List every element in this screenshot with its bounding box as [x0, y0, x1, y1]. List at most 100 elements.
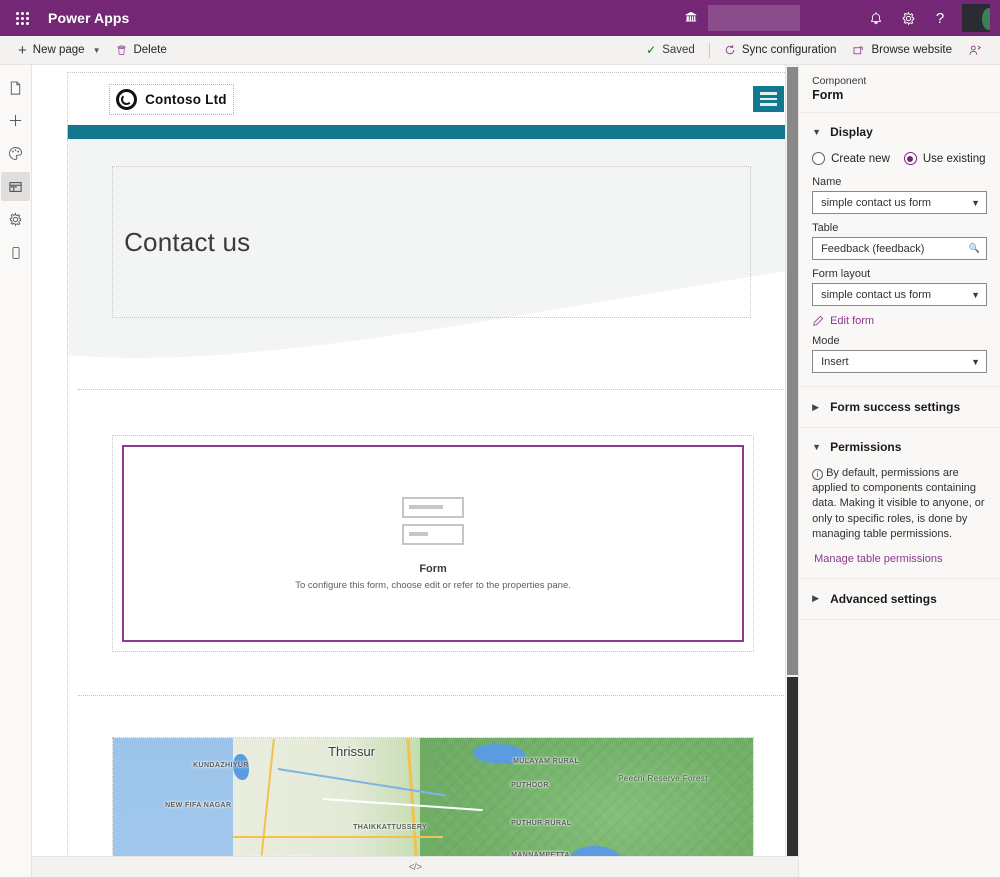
section-advanced-header[interactable]: ▶ Advanced settings	[812, 592, 987, 606]
name-dropdown[interactable]: simple contact us form ▼	[812, 191, 987, 214]
new-page-button[interactable]: + New page ▼	[10, 36, 108, 65]
delete-label: Delete	[133, 44, 167, 56]
site-nav-bar[interactable]	[67, 124, 799, 140]
map-section-outline[interactable]: Thrissur KUNDAZHIYUR NEW FIFA NAGAR MULA…	[112, 737, 755, 856]
site-menu-button[interactable]	[753, 86, 785, 112]
site-logo[interactable]: Contoso Ltd	[109, 83, 234, 115]
section-display-label: Display	[830, 125, 873, 139]
section-permissions-header[interactable]: ▼ Permissions	[812, 437, 987, 460]
rail-item-mobile-preview[interactable]	[1, 238, 30, 267]
canvas-column: Contoso Ltd Contact us Form To configure…	[32, 65, 800, 877]
new-page-label: New page	[32, 44, 85, 56]
map-label: PUTHOOR	[511, 782, 549, 789]
chevron-down-icon: ▼	[812, 442, 821, 452]
section-advanced-settings: ▶ Advanced settings	[799, 579, 1000, 620]
info-icon: i	[812, 469, 824, 480]
settings-gear-icon[interactable]	[892, 0, 924, 36]
table-lookup-field[interactable]: Feedback (feedback) 🔍	[812, 237, 987, 260]
workspace: Contoso Ltd Contact us Form To configure…	[0, 65, 1000, 877]
rail-item-data[interactable]	[1, 172, 31, 201]
delete-button[interactable]: Delete	[108, 36, 174, 65]
browse-website-button[interactable]: Browse website	[844, 36, 960, 65]
radio-use-existing-label: Use existing	[922, 152, 986, 165]
canvas-scrollbar[interactable]	[785, 65, 799, 856]
manage-table-permissions-label: Manage table permissions	[814, 552, 943, 565]
browse-website-label: Browse website	[871, 44, 952, 56]
search-icon[interactable]: 🔍	[969, 243, 980, 254]
component-kicker: Component	[812, 75, 867, 87]
trash-icon	[118, 45, 126, 55]
sync-configuration-button[interactable]: Sync configuration	[716, 36, 845, 65]
mode-field-label: Mode	[812, 335, 840, 347]
contoso-logo-icon	[116, 88, 138, 110]
hero-text-block[interactable]: Contact us	[112, 166, 752, 318]
map-label: MULAYAM RURAL	[513, 758, 580, 765]
section-display-header[interactable]: ▼ Display	[812, 122, 987, 145]
palette-icon	[9, 147, 23, 160]
avatar[interactable]	[962, 4, 990, 32]
table-lookup-value: Feedback (feedback)	[821, 242, 925, 255]
command-bar-right: ✓ Saved Sync configuration Browse websit…	[638, 36, 990, 65]
edit-form-link[interactable]: Edit form	[812, 315, 987, 327]
environment-name-redacted	[708, 5, 800, 31]
site-logo-text: Contoso Ltd	[145, 91, 227, 107]
environment-icon[interactable]	[676, 0, 706, 36]
rail-item-pages[interactable]	[1, 73, 30, 102]
map-image[interactable]: Thrissur KUNDAZHIYUR NEW FIFA NAGAR MULA…	[113, 738, 754, 856]
form-section-outline[interactable]: Form To configure this form, choose edit…	[112, 435, 755, 652]
form-placeholder-hint: To configure this form, choose edit or r…	[295, 579, 571, 591]
radio-use-existing[interactable]: Use existing	[903, 152, 986, 165]
left-rail	[0, 65, 33, 877]
map-label: PUTHUR RURAL	[511, 820, 572, 827]
hero-section[interactable]: Contact us	[68, 139, 799, 389]
hamburger-line	[760, 92, 778, 95]
form-layout-dropdown[interactable]: simple contact us form ▼	[812, 283, 987, 306]
plus-icon: +	[18, 41, 27, 59]
map-sea	[113, 738, 254, 856]
map-section: Thrissur KUNDAZHIYUR NEW FIFA NAGAR MULA…	[68, 737, 798, 856]
share-button[interactable]	[960, 36, 990, 65]
sync-configuration-label: Sync configuration	[741, 44, 837, 56]
notifications-bell-icon[interactable]	[860, 0, 892, 36]
map-park-label: Peechi Reserve Forest	[618, 774, 708, 783]
form-layout-field-label: Form layout	[812, 268, 871, 280]
rail-item-settings[interactable]	[1, 205, 30, 234]
rail-item-add[interactable]	[1, 106, 30, 135]
mode-dropdown[interactable]: Insert ▼	[812, 350, 987, 373]
radio-create-new-label: Create new	[831, 152, 890, 165]
form-layout-value: simple contact us form	[821, 288, 932, 301]
properties-header: Component Form	[799, 65, 1000, 113]
form-source-radio-group: Create new Use existing	[812, 152, 987, 165]
section-permissions-label: Permissions	[830, 440, 902, 454]
code-view-icon[interactable]: </>	[409, 862, 422, 873]
saved-label: Saved	[662, 44, 695, 56]
rail-item-theme[interactable]	[1, 139, 30, 168]
properties-pane: Component Form ▼ Display Create new Use …	[799, 65, 1000, 877]
map-label: NEW FIFA NAGAR	[165, 802, 232, 809]
check-icon: ✓	[646, 43, 657, 57]
radio-create-new[interactable]: Create new	[812, 152, 890, 165]
form-placeholder-icon	[402, 496, 465, 545]
chevron-right-icon: ▶	[812, 401, 819, 412]
pencil-icon	[813, 315, 824, 326]
suite-bar: Power Apps ?	[0, 0, 1000, 36]
map-road	[233, 836, 444, 838]
page-icon	[10, 80, 21, 95]
app-launcher-button[interactable]	[8, 0, 36, 36]
map-city-label: Thrissur	[328, 744, 376, 759]
map-label: THAIKKATTUSSERY	[353, 824, 428, 831]
page-preview[interactable]: Contoso Ltd Contact us Form To configure…	[67, 72, 799, 856]
form-placeholder-label: Form	[419, 562, 447, 575]
map-label: KUNDAZHIYUR	[193, 762, 249, 769]
data-table-icon	[9, 181, 22, 192]
canvas-scrollbar-thumb[interactable]	[787, 67, 799, 675]
help-icon[interactable]: ?	[924, 0, 956, 36]
divider	[708, 42, 710, 58]
section-form-success-header[interactable]: ▶ Form success settings	[812, 400, 987, 414]
manage-table-permissions-link[interactable]: Manage table permissions	[812, 553, 987, 565]
site-header: Contoso Ltd	[68, 73, 799, 125]
canvas-scrollbar-thumb-active[interactable]	[787, 677, 799, 856]
app-title: Power Apps	[48, 10, 130, 26]
section-advanced-label: Advanced settings	[830, 591, 937, 606]
form-component[interactable]: Form To configure this form, choose edit…	[122, 445, 745, 642]
